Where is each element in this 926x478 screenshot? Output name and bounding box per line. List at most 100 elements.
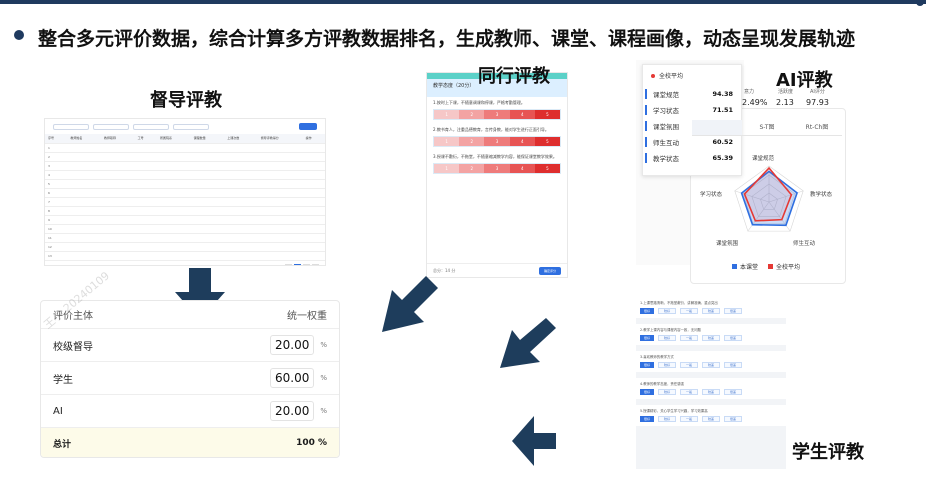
- student-option[interactable]: 较好: [658, 389, 676, 395]
- table-cell: [67, 215, 101, 225]
- weights-total-row: 总计 100 %: [41, 428, 339, 457]
- student-option[interactable]: 较好: [658, 416, 676, 422]
- table-row[interactable]: 5: [45, 179, 325, 189]
- section-title-peer: 同行评教: [478, 66, 550, 87]
- student-option[interactable]: 很差: [724, 308, 742, 314]
- peer-score-option[interactable]: 4: [509, 110, 535, 119]
- table-cell[interactable]: [302, 242, 325, 252]
- filter-select[interactable]: [173, 123, 209, 130]
- weight-input[interactable]: 20.00: [270, 335, 315, 355]
- peer-question-text: 2.教书育人，注重品德教育，言传身教，能对学生进行正面引导。: [433, 127, 549, 132]
- table-cell[interactable]: [302, 251, 325, 261]
- tab-rt-ch-chart[interactable]: Rt-Ch图: [792, 120, 842, 135]
- table-row[interactable]: 1: [45, 143, 325, 153]
- table-row[interactable]: 8: [45, 206, 325, 216]
- table-cell[interactable]: [302, 215, 325, 225]
- peer-submit-button[interactable]: 确定评分: [539, 266, 561, 275]
- table-cell[interactable]: [302, 188, 325, 198]
- table-row[interactable]: 13: [45, 251, 325, 261]
- peer-score-option[interactable]: 2: [459, 164, 485, 173]
- peer-score-option[interactable]: 5: [534, 110, 561, 119]
- table-cell: [134, 152, 157, 162]
- student-option[interactable]: 很好: [640, 308, 654, 314]
- peer-score-option[interactable]: 3: [484, 137, 510, 146]
- peer-score-option[interactable]: 1: [434, 164, 460, 173]
- filter-input[interactable]: [53, 123, 89, 130]
- peer-score-option[interactable]: 4: [509, 137, 535, 146]
- student-option[interactable]: 一般: [680, 416, 698, 422]
- weight-input[interactable]: 60.00: [270, 368, 315, 388]
- table-cell: [190, 215, 225, 225]
- student-option[interactable]: 很好: [640, 389, 654, 395]
- weights-panel: 评价主体 统一权重 校级督导 20.00% 学生 60.00% AI 20.00% 总计 …: [40, 300, 340, 458]
- table-row[interactable]: 11: [45, 233, 325, 243]
- student-option[interactable]: 较差: [702, 389, 720, 395]
- table-cell[interactable]: [302, 206, 325, 216]
- table-row[interactable]: 7: [45, 197, 325, 207]
- peer-score-option[interactable]: 2: [459, 137, 485, 146]
- table-row[interactable]: 9: [45, 215, 325, 225]
- table-cell[interactable]: [302, 170, 325, 180]
- table-row[interactable]: 6: [45, 188, 325, 198]
- weight-input[interactable]: 20.00: [270, 401, 315, 421]
- tab-st-chart[interactable]: S-T图: [742, 120, 792, 135]
- student-option[interactable]: 较好: [658, 362, 676, 368]
- student-option[interactable]: 很差: [724, 335, 742, 341]
- table-cell[interactable]: [302, 161, 325, 171]
- student-options: 很好 较好 一般 较差 很差: [640, 416, 782, 422]
- search-button[interactable]: [299, 123, 317, 130]
- ai-tabs: S-T图 Rt-Ch图: [692, 120, 842, 136]
- page-button[interactable]: [303, 263, 310, 265]
- student-option[interactable]: 一般: [680, 389, 698, 395]
- student-options: 很好 较好 一般 较差 很差: [640, 362, 782, 368]
- student-option[interactable]: 较好: [658, 335, 676, 341]
- student-option[interactable]: 较差: [702, 335, 720, 341]
- table-row[interactable]: 12: [45, 242, 325, 252]
- student-option[interactable]: 较好: [658, 308, 676, 314]
- student-option[interactable]: 较差: [702, 416, 720, 422]
- peer-score-option[interactable]: 2: [459, 110, 485, 119]
- tab-radar[interactable]: [692, 120, 742, 135]
- page-button-current[interactable]: [294, 263, 301, 265]
- page-button[interactable]: [285, 263, 292, 265]
- table-cell: [67, 188, 101, 198]
- table-cell: 5: [45, 179, 68, 189]
- table-cell: [157, 179, 191, 189]
- table-cell[interactable]: [302, 179, 325, 189]
- peer-question-text: 3.授课不敷衍，不拖堂，不随意缩减教学内容，能保证课堂教学效果。: [433, 154, 557, 159]
- student-option[interactable]: 很差: [724, 389, 742, 395]
- student-option[interactable]: 很好: [640, 416, 654, 422]
- table-cell[interactable]: [302, 143, 325, 153]
- filter-select[interactable]: [133, 123, 169, 130]
- table-row[interactable]: 2: [45, 152, 325, 162]
- peer-score-option[interactable]: 1: [434, 137, 460, 146]
- student-option[interactable]: 很好: [640, 335, 654, 341]
- student-option[interactable]: 一般: [680, 362, 698, 368]
- peer-score-option[interactable]: 1: [434, 110, 460, 119]
- table-cell[interactable]: [302, 224, 325, 234]
- peer-score-option[interactable]: 5: [534, 164, 561, 173]
- arrow-down-left-icon: [382, 276, 438, 332]
- peer-score-option[interactable]: 4: [509, 164, 535, 173]
- table-cell: [134, 143, 157, 153]
- table-row[interactable]: 3: [45, 161, 325, 171]
- peer-score-option[interactable]: 3: [484, 110, 510, 119]
- student-option[interactable]: 较差: [702, 362, 720, 368]
- student-option[interactable]: 很差: [724, 362, 742, 368]
- table-row[interactable]: 10: [45, 224, 325, 234]
- page-button[interactable]: [312, 263, 319, 265]
- table-cell: [224, 215, 258, 225]
- table-row[interactable]: 4: [45, 170, 325, 180]
- student-option[interactable]: 很好: [640, 362, 654, 368]
- table-cell[interactable]: [302, 233, 325, 243]
- table-cell[interactable]: [302, 197, 325, 207]
- popup-metric-row: 课堂规范 94.38: [643, 86, 741, 102]
- student-option[interactable]: 很差: [724, 416, 742, 422]
- student-option[interactable]: 一般: [680, 308, 698, 314]
- filter-select[interactable]: [93, 123, 129, 130]
- peer-score-option[interactable]: 3: [484, 164, 510, 173]
- student-option[interactable]: 较差: [702, 308, 720, 314]
- table-cell[interactable]: [302, 152, 325, 162]
- student-option[interactable]: 一般: [680, 335, 698, 341]
- peer-score-option[interactable]: 5: [534, 137, 561, 146]
